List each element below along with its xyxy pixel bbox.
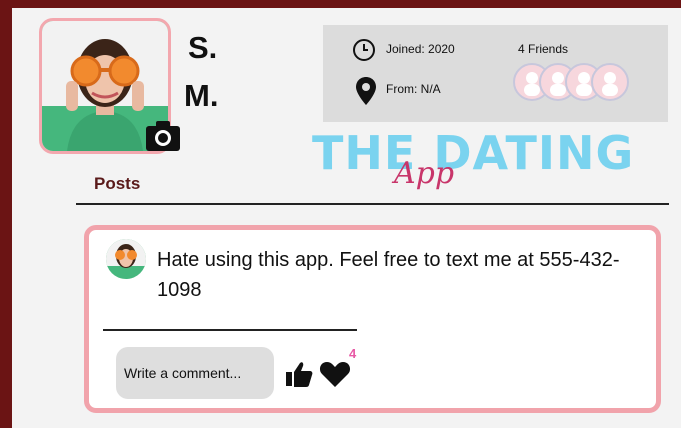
- post-author-avatar[interactable]: [106, 239, 146, 279]
- friend-avatars[interactable]: [512, 62, 632, 102]
- clock-icon: [353, 39, 375, 61]
- heart-icon[interactable]: [319, 360, 351, 388]
- tab-posts[interactable]: Posts: [94, 174, 140, 194]
- app-title-script: App: [394, 156, 455, 191]
- from-text: From: N/A: [386, 82, 441, 96]
- profile-name-first: S.: [188, 30, 218, 65]
- joined-text: Joined: 2020: [386, 42, 455, 56]
- app-title: THE DATING: [312, 126, 635, 180]
- post-divider: [103, 329, 357, 331]
- profile-name-last: M.: [184, 78, 219, 113]
- comment-input[interactable]: [116, 347, 274, 399]
- post-card: Hate using this app. Feel free to text m…: [84, 225, 661, 413]
- profile-info-box: Joined: 2020 4 Friends From: N/A: [323, 25, 668, 122]
- thumbs-up-icon[interactable]: [285, 360, 313, 388]
- post-text: Hate using this app. Feel free to text m…: [157, 249, 620, 301]
- heart-count: 4: [349, 346, 357, 361]
- location-pin-icon: [356, 77, 376, 105]
- app-frame: S. M. Joined: 2020 4 Friends From: N/A T…: [12, 8, 681, 428]
- section-divider: [76, 203, 669, 205]
- camera-icon[interactable]: [145, 120, 181, 152]
- friends-count-text[interactable]: 4 Friends: [518, 42, 568, 56]
